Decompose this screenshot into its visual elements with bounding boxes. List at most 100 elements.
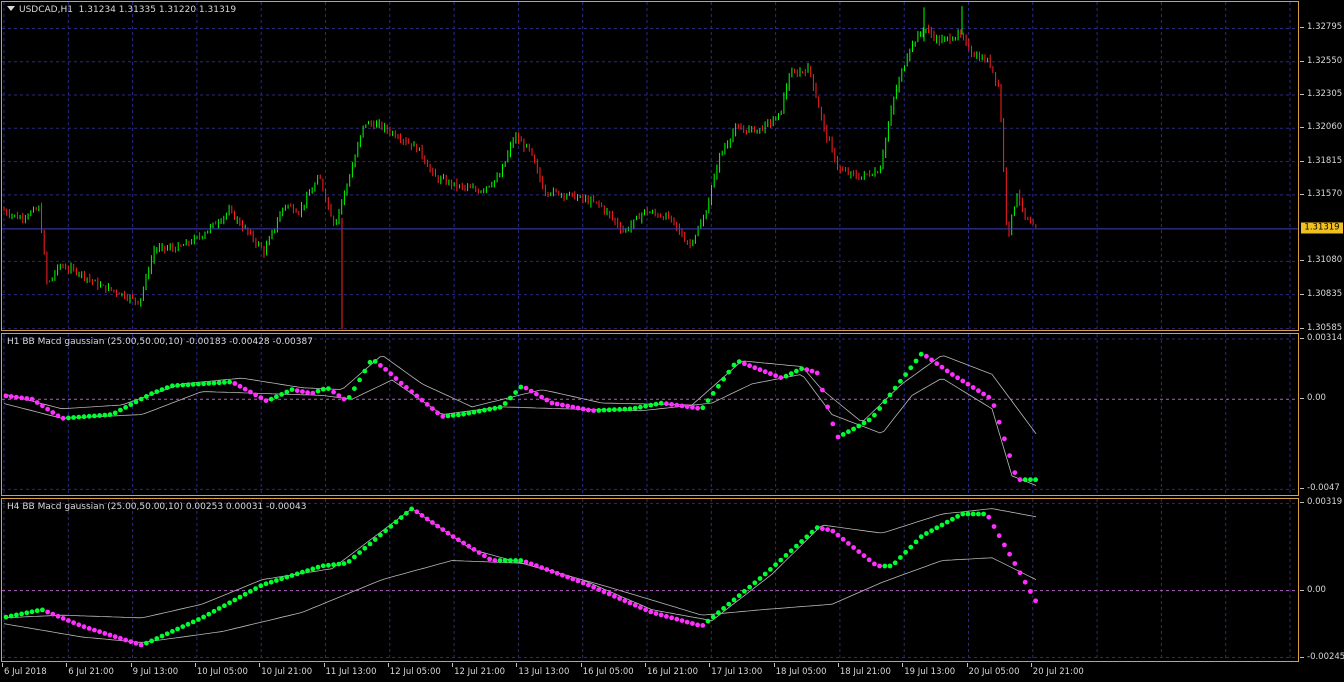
time-tick-label: 19 Jul 13:00: [904, 667, 956, 677]
grid: [2, 499, 1298, 661]
macd-dot: [924, 353, 929, 359]
macd-dot: [107, 412, 113, 418]
macd-dot: [383, 528, 388, 534]
macd-dot: [55, 413, 61, 419]
time-tick-mark: [259, 663, 261, 667]
h4-indicator-canvas[interactable]: [2, 499, 1299, 662]
macd-dot: [648, 609, 654, 615]
time-tick-mark: [902, 663, 904, 667]
macd-dot: [81, 414, 87, 420]
macd-dot: [118, 407, 123, 413]
macd-dot: [1007, 453, 1012, 458]
macd-dot: [606, 591, 612, 597]
scale-tick-label: 0.00319: [1307, 497, 1343, 508]
time-axis[interactable]: 6 Jul 2018 6 Jul 21:00 9 Jul 13:00 10 Jul 0…: [0, 663, 1300, 682]
macd-dot: [934, 525, 940, 531]
macd-dot: [227, 600, 233, 606]
price-chart-canvas[interactable]: [2, 2, 1299, 331]
time-tick-label: 12 Jul 21:00: [454, 667, 506, 677]
time-tick-label: 9 Jul 13:00: [132, 667, 179, 677]
macd-dot: [840, 536, 846, 542]
dropdown-triangle-icon[interactable]: [7, 6, 15, 11]
time-tick-mark: [580, 663, 582, 667]
macd-dot: [991, 524, 997, 529]
macd-dot: [476, 408, 482, 414]
macd-dot: [1017, 570, 1023, 576]
macd-dot: [284, 389, 290, 395]
macd-dot: [716, 383, 721, 389]
macd-dot: [783, 373, 789, 379]
macd-dot: [939, 522, 945, 528]
time-tick-mark: [516, 663, 518, 667]
macd-dot: [918, 351, 924, 357]
time-tick-label: 12 Jul 05:00: [389, 667, 441, 677]
macd-dot: [913, 539, 919, 545]
macd-dot: [825, 527, 830, 532]
macd-dot: [814, 370, 820, 376]
h1-indicator-title: H1 BB Macd gaussian (25.00,50.00,10) -0.…: [7, 337, 313, 347]
macd-dot: [112, 410, 118, 416]
h1-indicator-pane[interactable]: H1 BB Macd gaussian (25.00,50.00,10) -0.…: [1, 333, 1299, 496]
macd-dot: [14, 612, 19, 618]
macd-dot: [372, 359, 378, 364]
macd-dot: [976, 388, 981, 394]
price-chart-pane[interactable]: USDCAD,H1 1.31234 1.31335 1.31220 1.3131…: [1, 1, 1299, 331]
macd-dot: [352, 554, 357, 560]
macd-dot: [86, 413, 92, 419]
macd-dot: [419, 513, 425, 518]
macd-dot: [560, 402, 565, 408]
macd-dot: [471, 547, 477, 552]
macd-dot: [690, 621, 695, 626]
time-tick-mark: [709, 663, 711, 667]
time-tick-label: 6 Jul 21:00: [68, 667, 114, 677]
macd-dot: [835, 434, 841, 440]
macd-dot: [149, 638, 155, 644]
macd-dot: [528, 388, 534, 394]
time-tick-mark: [194, 663, 196, 667]
macd-dot: [544, 397, 550, 403]
macd-dot: [710, 614, 716, 620]
macd-dot: [669, 402, 674, 407]
scale-tick-label: 1.32060: [1307, 122, 1343, 133]
macd-dot: [144, 640, 149, 646]
macd-dot: [970, 385, 976, 390]
scale-tick-label: -0.00245: [1307, 651, 1344, 662]
price-scale[interactable]: 1.32795 1.32550 1.32305 1.32060 1.31815 1.315…: [1300, 1, 1344, 333]
macd-dot: [721, 376, 726, 382]
macd-dot: [102, 412, 108, 418]
macd-dot: [456, 537, 461, 543]
macd-dot: [627, 600, 633, 606]
macd-dot: [196, 381, 201, 387]
scale-tick-label: 0.00314: [1307, 332, 1343, 343]
h1-indicator-canvas[interactable]: [2, 334, 1299, 496]
macd-dot: [138, 396, 144, 402]
macd-dot: [996, 533, 1002, 539]
macd-dot: [1028, 477, 1033, 483]
scale-tick-label: 1.32305: [1307, 89, 1343, 100]
macd-dot: [679, 403, 685, 409]
macd-dot: [482, 553, 487, 559]
h1-indicator-scale[interactable]: 0.00314 0.00 -0.0047: [1300, 333, 1344, 496]
macd-dot: [378, 532, 383, 538]
macd-dot: [1017, 477, 1023, 483]
macd-dot: [71, 415, 76, 420]
time-tick-label: 20 Jul 05:00: [968, 667, 1020, 677]
macd-dot: [92, 413, 97, 419]
macd-dot: [133, 399, 139, 405]
macd-dot: [622, 598, 628, 604]
macd-dot: [45, 406, 50, 412]
macd-dot: [892, 385, 898, 391]
macd-dot: [612, 593, 617, 599]
h4-indicator-scale[interactable]: 0.00319 0.00 -0.00245: [1300, 497, 1344, 662]
macd-dot: [461, 411, 466, 417]
h4-indicator-pane[interactable]: H4 BB Macd gaussian (25.00,50.00,10) 0.0…: [1, 498, 1299, 662]
time-tick-label: 17 Jul 13:00: [711, 667, 763, 677]
macd-dot: [3, 614, 9, 620]
time-tick-label: 16 Jul 05:00: [582, 667, 634, 677]
macd-dot: [716, 610, 721, 616]
macd-dot: [778, 557, 784, 563]
macd-dot: [45, 609, 50, 615]
macd-dot: [742, 361, 747, 367]
macd-dot: [684, 619, 690, 625]
macd-dot: [492, 405, 498, 411]
